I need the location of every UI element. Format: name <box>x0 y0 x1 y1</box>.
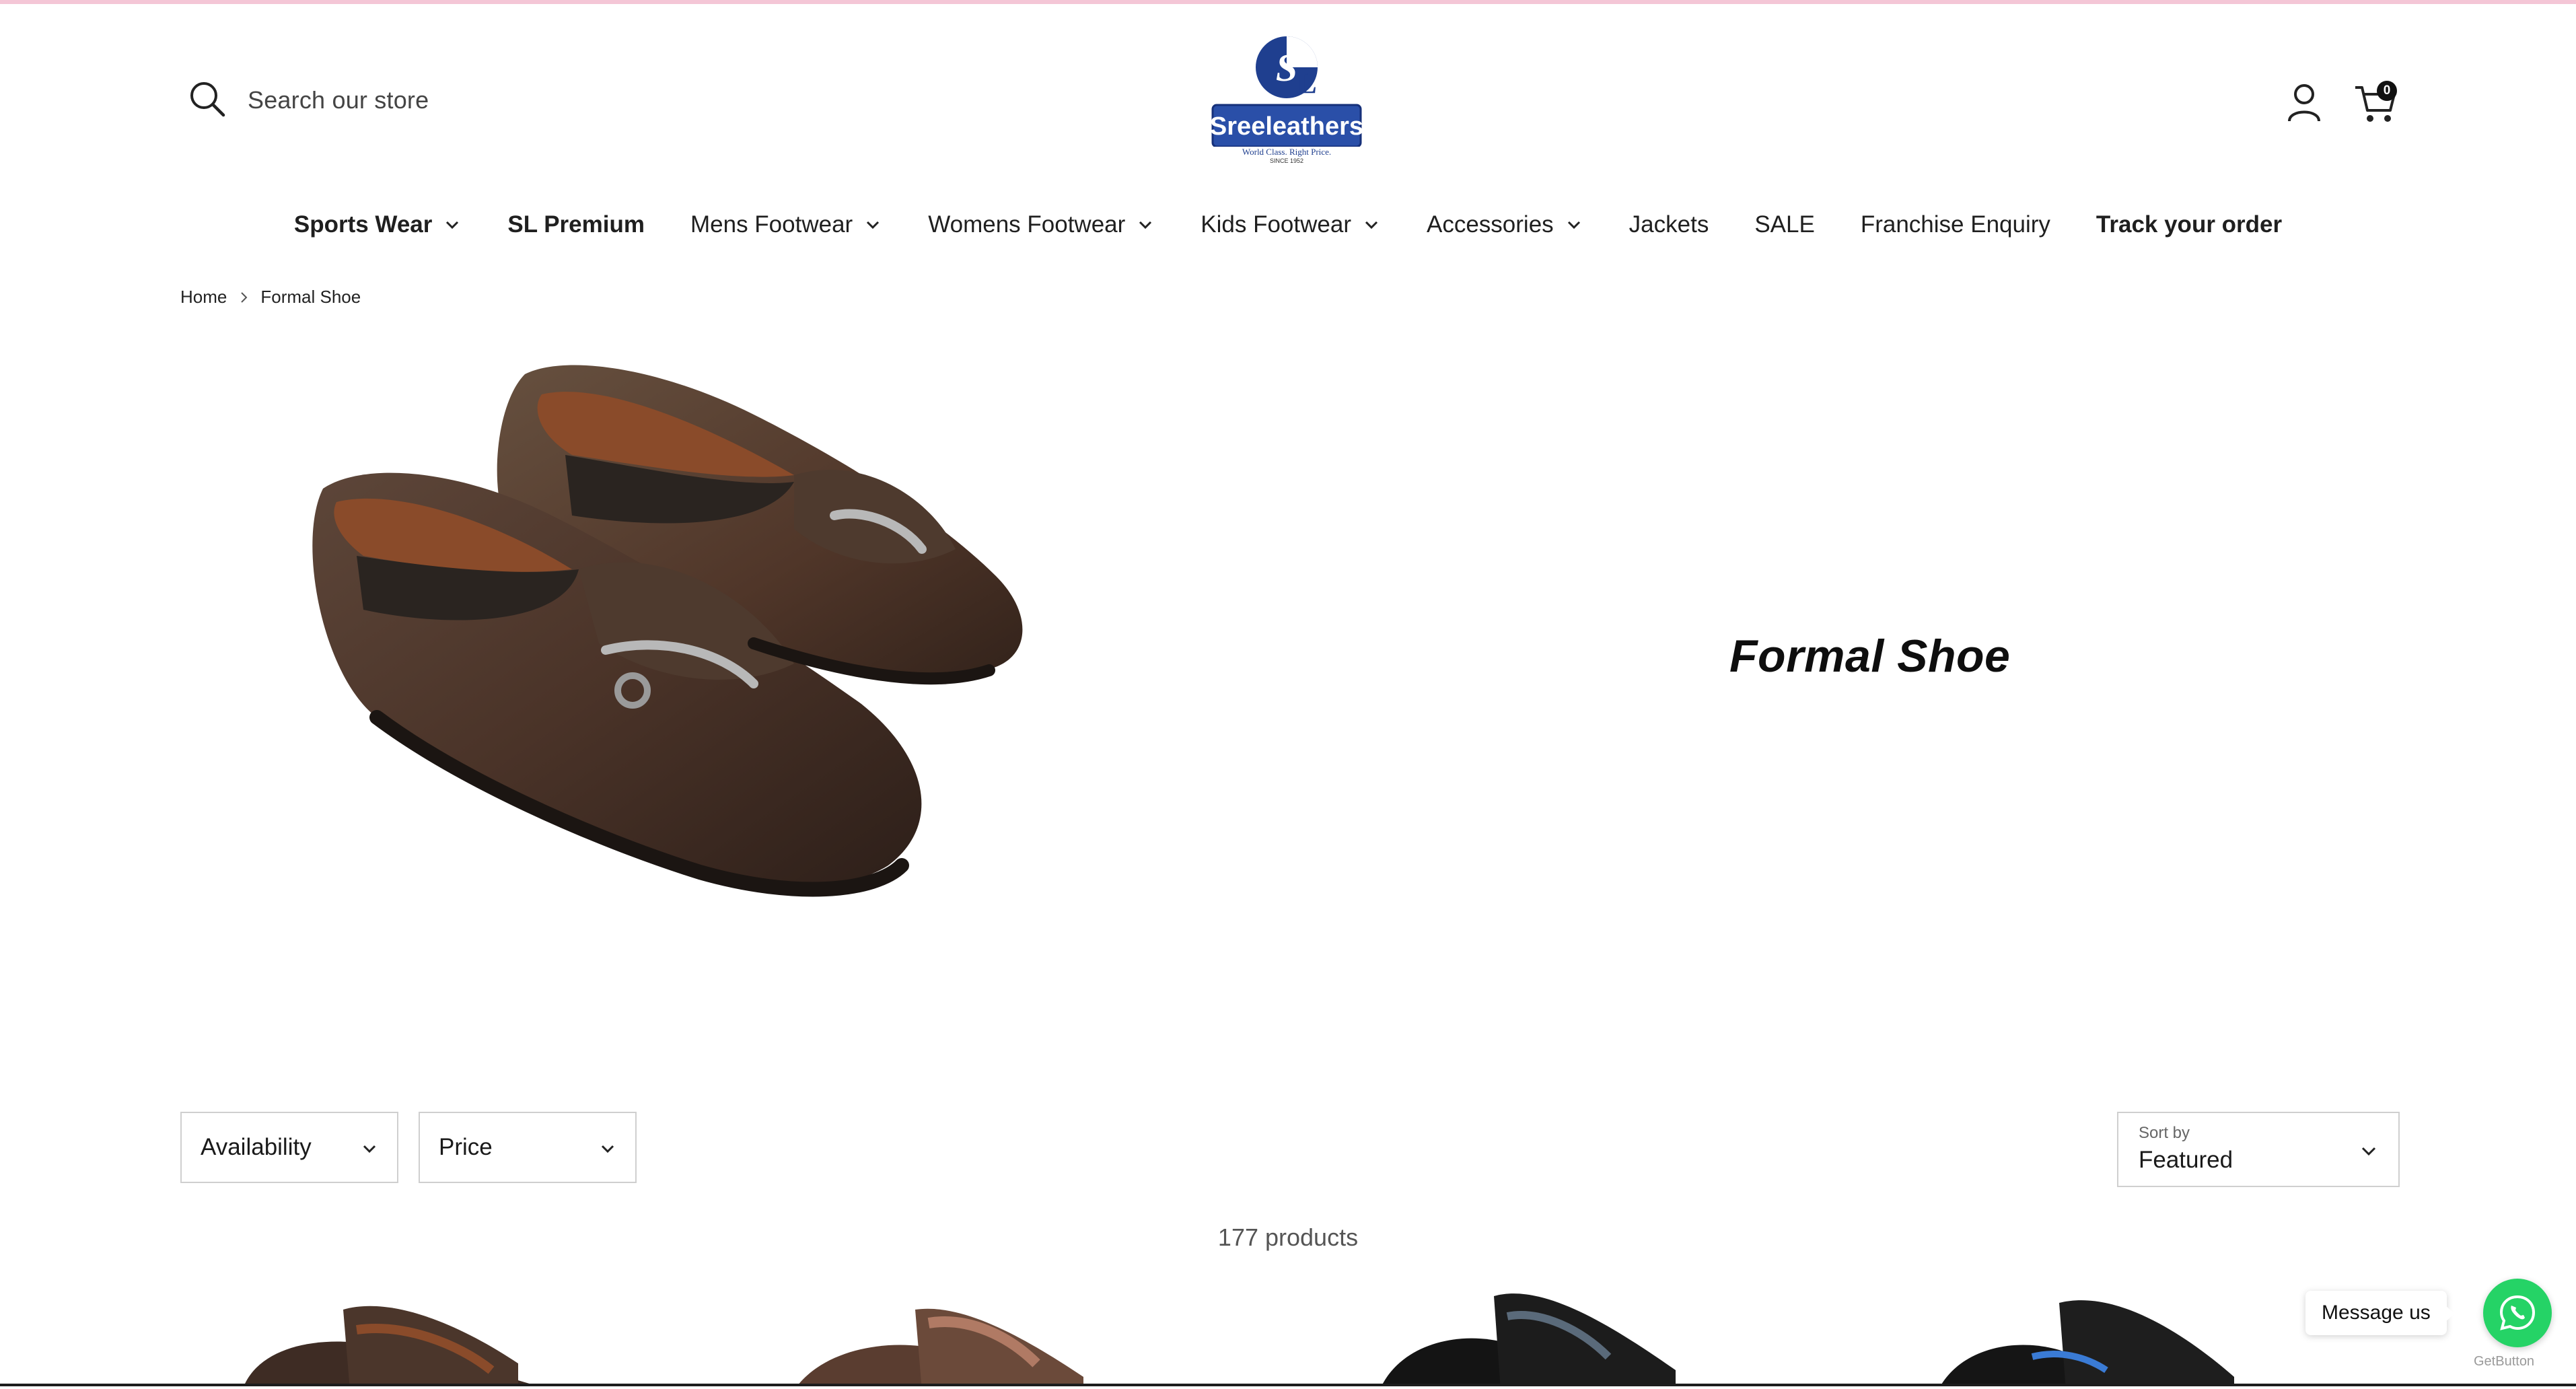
nav-item-sl-premium[interactable]: SL Premium <box>507 211 645 238</box>
svg-text:SINCE 1952: SINCE 1952 <box>1270 157 1303 164</box>
filter-label: Price <box>439 1134 493 1160</box>
account-icon[interactable] <box>2287 82 2322 122</box>
nav-label: Track your order <box>2096 211 2283 238</box>
chevron-right-icon <box>241 291 248 303</box>
page: Search our store S L Sreeleathers World … <box>0 4 2576 1386</box>
sort-by-value: Featured <box>2139 1147 2233 1173</box>
nav-item-sale[interactable]: SALE <box>1754 211 1815 238</box>
nav-label: Womens Footwear <box>928 211 1126 238</box>
store-logo[interactable]: S L Sreeleathers World Class. Right Pric… <box>1209 34 1365 164</box>
availability-filter[interactable]: Availability <box>180 1112 398 1183</box>
nav-label: SL Premium <box>507 211 645 238</box>
nav-label: Kids Footwear <box>1201 211 1351 238</box>
search-icon[interactable] <box>187 79 227 119</box>
product-card[interactable] <box>202 1283 727 1384</box>
chevron-down-icon <box>363 1145 376 1153</box>
nav-item-kids-footwear[interactable]: Kids Footwear <box>1201 211 1381 238</box>
svg-text:Sreeleathers: Sreeleathers <box>1210 112 1363 141</box>
nav-label: Jackets <box>1629 211 1709 238</box>
chevron-down-icon <box>867 221 880 229</box>
sort-by-select[interactable]: Sort by Featured <box>2117 1112 2400 1187</box>
nav-label: Sports Wear <box>293 211 433 238</box>
search-input[interactable]: Search our store <box>248 86 429 114</box>
breadcrumb-home[interactable]: Home <box>180 287 227 308</box>
chevron-down-icon <box>1567 221 1580 229</box>
chat-message-bubble[interactable]: Message us <box>2305 1291 2455 1335</box>
nav-item-track-order[interactable]: Track your order <box>2096 211 2282 238</box>
chevron-down-icon <box>2361 1147 2376 1156</box>
nav-item-sports-wear[interactable]: Sports Wear <box>294 211 462 238</box>
nav-label: Franchise Enquiry <box>1860 211 2050 238</box>
nav-item-jackets[interactable]: Jackets <box>1629 211 1709 238</box>
filter-label: Availability <box>201 1134 312 1160</box>
svg-text:S: S <box>1276 46 1297 90</box>
sort-by-label: Sort by <box>2139 1124 2190 1142</box>
collection-title: Formal Shoe <box>1729 631 2011 682</box>
chevron-down-icon <box>1139 221 1152 229</box>
breadcrumb-current: Formal Shoe <box>260 287 361 307</box>
product-count: 177 products <box>1217 1223 1359 1251</box>
whatsapp-icon <box>2499 1295 2536 1330</box>
nav-label: SALE <box>1754 211 1815 238</box>
nav-item-accessories[interactable]: Accessories <box>1427 211 1583 238</box>
collection-hero-image <box>283 354 1184 1054</box>
whatsapp-chat-button[interactable] <box>2483 1279 2552 1347</box>
price-filter[interactable]: Price <box>419 1112 637 1183</box>
nav-item-franchise-enquiry[interactable]: Franchise Enquiry <box>1861 211 2050 238</box>
product-card[interactable] <box>1339 1283 1864 1384</box>
product-card[interactable] <box>767 1283 1292 1384</box>
nav-label: Accessories <box>1427 211 1554 238</box>
chevron-down-icon <box>1365 221 1378 229</box>
chevron-down-icon <box>446 221 459 229</box>
svg-text:World Class. Right Price.: World Class. Right Price. <box>1242 147 1331 157</box>
breadcrumb: Home Formal Shoe <box>180 287 361 308</box>
nav-item-womens-footwear[interactable]: Womens Footwear <box>928 211 1155 238</box>
getbutton-credit[interactable]: GetButton <box>2474 1354 2534 1369</box>
svg-text:L: L <box>1297 67 1316 100</box>
nav-label: Mens Footwear <box>690 211 853 238</box>
main-nav: Sports Wear SL Premium Mens Footwear Wom… <box>0 211 2576 238</box>
cart-count-badge: 0 <box>2377 81 2397 101</box>
nav-item-mens-footwear[interactable]: Mens Footwear <box>690 211 882 238</box>
chevron-down-icon <box>601 1145 614 1153</box>
